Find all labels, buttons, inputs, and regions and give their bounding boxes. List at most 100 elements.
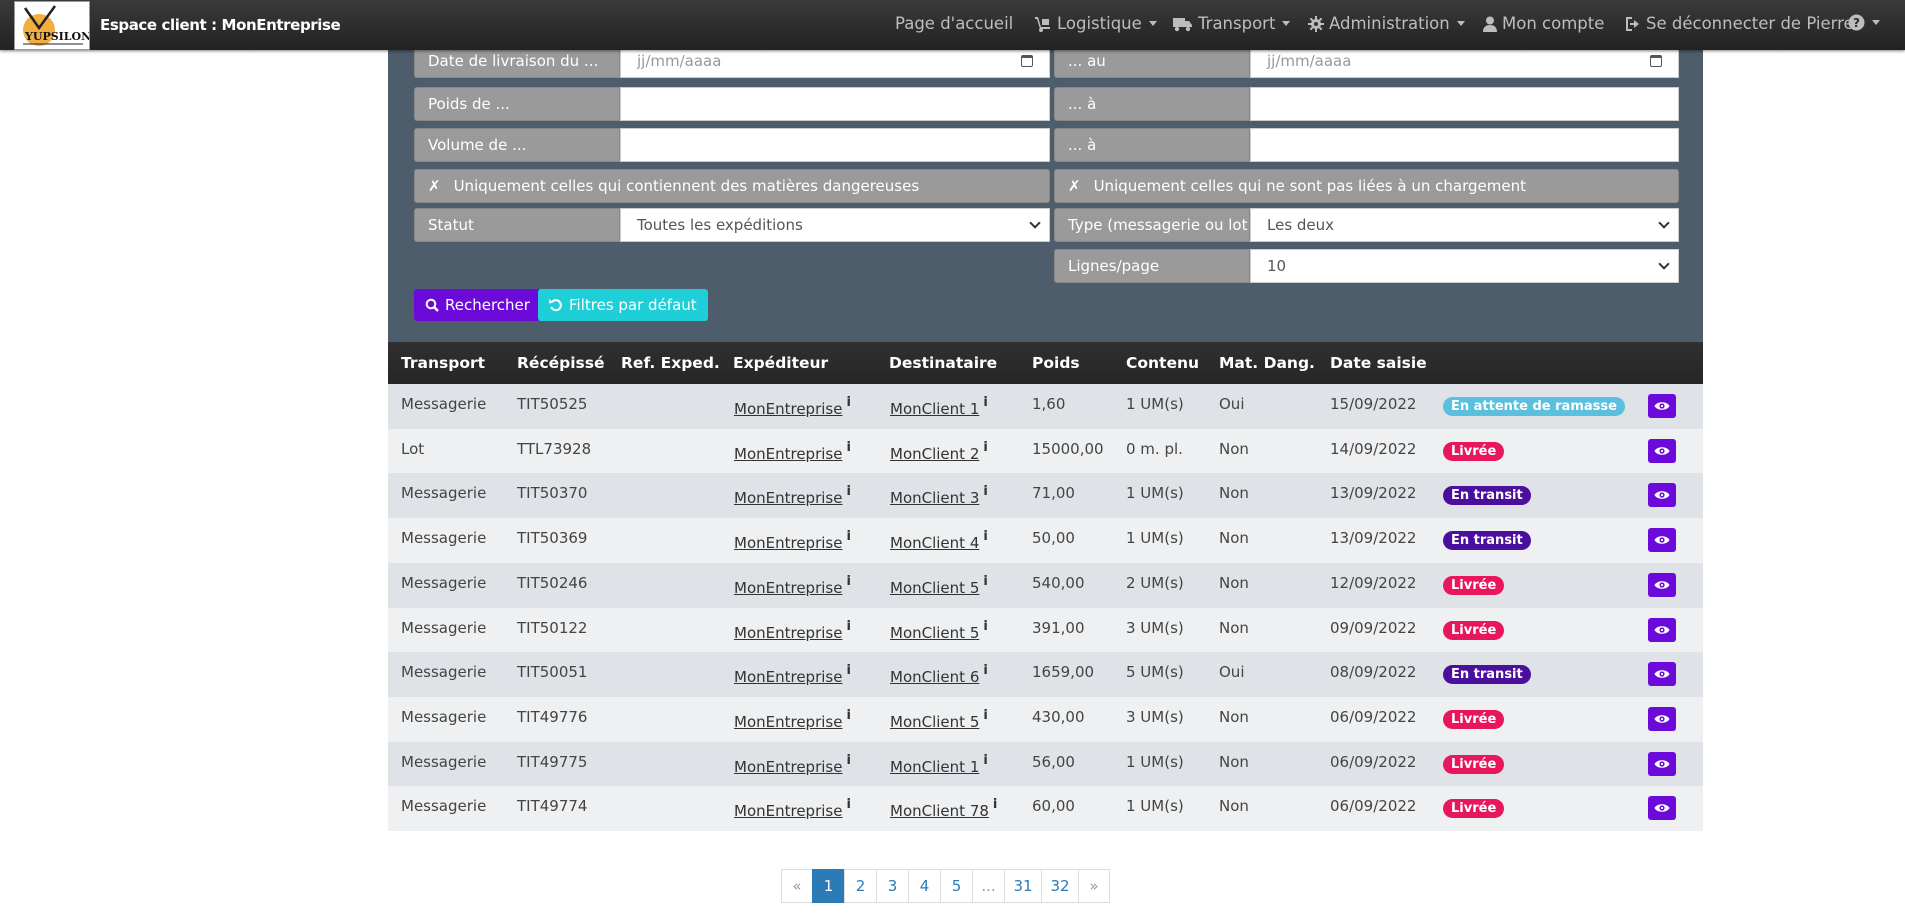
destinataire-link[interactable]: MonClient 5i [890, 619, 988, 642]
view-button[interactable] [1648, 394, 1676, 418]
header-date-saisie[interactable]: Date saisie [1330, 354, 1427, 372]
brand-title[interactable]: Espace client : MonEntreprise [100, 16, 341, 34]
calendar-icon[interactable] [1650, 55, 1662, 67]
header-transport[interactable]: Transport [401, 354, 485, 372]
destinataire-link[interactable]: MonClient 1i [890, 395, 988, 418]
status-select[interactable]: Toutes les expéditions [620, 208, 1050, 242]
view-button[interactable] [1648, 706, 1676, 731]
lines-per-page-select[interactable]: 10 [1250, 249, 1679, 283]
expediteur-link[interactable]: MonEntreprise i [734, 574, 851, 597]
expediteur-name: MonEntreprise [734, 623, 843, 642]
view-button[interactable] [1648, 572, 1676, 597]
destinataire-link[interactable]: MonClient 4i [890, 529, 988, 552]
view-button[interactable] [1648, 438, 1676, 463]
pagination-next[interactable]: » [1078, 869, 1110, 903]
pagination-page[interactable]: 5 [940, 869, 973, 903]
expediteur-link[interactable]: MonEntreprise i [734, 395, 851, 418]
info-icon[interactable]: i [846, 484, 850, 499]
nav-transport[interactable]: Transport [1173, 14, 1291, 33]
info-icon[interactable]: i [983, 663, 987, 678]
info-icon[interactable]: i [846, 395, 850, 410]
cell-transport: Messagerie [401, 529, 487, 548]
info-icon[interactable]: i [846, 619, 850, 634]
pagination-prev[interactable]: « [781, 869, 813, 903]
header-ref-exped[interactable]: Ref. Exped. [621, 354, 720, 372]
info-icon[interactable]: i [846, 663, 850, 678]
expediteur-link[interactable]: MonEntreprise i [734, 619, 851, 642]
weight-from-input[interactable] [620, 87, 1050, 121]
cell-recepisse: TIT50122 [517, 618, 588, 637]
header-expediteur[interactable]: Expéditeur [733, 354, 828, 372]
pagination-page[interactable]: 3 [876, 869, 909, 903]
info-icon[interactable]: i [846, 440, 850, 455]
info-icon[interactable]: i [846, 574, 850, 589]
destinataire-link[interactable]: MonClient 1i [890, 753, 988, 776]
view-button[interactable] [1648, 483, 1676, 508]
nav-home[interactable]: Page d'accueil [895, 14, 1013, 33]
info-icon[interactable]: i [846, 529, 850, 544]
view-button[interactable] [1648, 751, 1676, 776]
expediteur-link[interactable]: MonEntreprise i [734, 663, 851, 686]
unlinked-only-toggle[interactable]: ✗ Uniquement celles qui ne sont pas liée… [1054, 169, 1679, 203]
expediteur-link[interactable]: MonEntreprise i [734, 797, 851, 820]
status-group: Statut Toutes les expéditions [414, 208, 1050, 242]
header-recepisse[interactable]: Récépissé [517, 354, 605, 372]
logout-icon [1626, 16, 1639, 31]
destinataire-link[interactable]: MonClient 5i [890, 708, 988, 731]
info-icon[interactable]: i [983, 440, 987, 455]
pagination-page[interactable]: 32 [1041, 869, 1079, 903]
calendar-icon[interactable] [1021, 55, 1033, 67]
volume-from-input[interactable] [620, 128, 1050, 162]
dangerous-only-toggle[interactable]: ✗ Uniquement celles qui contiennent des … [414, 169, 1050, 203]
nav-help[interactable]: ? [1848, 14, 1880, 31]
header-contenu[interactable]: Contenu [1126, 354, 1199, 372]
weight-to-input[interactable] [1250, 87, 1679, 121]
destinataire-link[interactable]: MonClient 2i [890, 440, 988, 463]
expediteur-name: MonEntreprise [734, 534, 843, 553]
volume-to-input[interactable] [1250, 128, 1679, 162]
info-icon[interactable]: i [993, 797, 997, 812]
info-icon[interactable]: i [983, 619, 987, 634]
info-icon[interactable]: i [846, 797, 850, 812]
pagination-page[interactable]: 1 [812, 869, 845, 903]
pagination-page[interactable]: 2 [844, 869, 877, 903]
type-select[interactable]: Les deux [1250, 208, 1679, 242]
cell-recepisse: TIT49775 [517, 752, 588, 771]
info-icon[interactable]: i [983, 529, 987, 544]
info-icon[interactable]: i [846, 708, 850, 723]
view-button[interactable] [1648, 662, 1676, 687]
info-icon[interactable]: i [846, 753, 850, 768]
nav-administration[interactable]: Administration [1308, 14, 1465, 33]
reset-filters-button[interactable]: Filtres par défaut [538, 289, 708, 321]
pagination-page[interactable]: 4 [908, 869, 941, 903]
info-icon[interactable]: i [983, 484, 987, 499]
header-poids[interactable]: Poids [1032, 354, 1080, 372]
search-button[interactable]: Rechercher [414, 289, 541, 321]
company-logo[interactable]: YUPSILON [14, 1, 90, 50]
destinataire-link[interactable]: MonClient 6i [890, 663, 988, 686]
view-button[interactable] [1648, 796, 1676, 821]
expediteur-link[interactable]: MonEntreprise i [734, 708, 851, 731]
destinataire-link[interactable]: MonClient 5i [890, 574, 988, 597]
view-button[interactable] [1648, 617, 1676, 642]
nav-account[interactable]: Mon compte [1483, 14, 1604, 33]
info-icon[interactable]: i [983, 708, 987, 723]
info-icon[interactable]: i [983, 574, 987, 589]
nav-logout[interactable]: Se déconnecter de Pierre [1625, 14, 1854, 33]
nav-logistique[interactable]: Logistique [1034, 14, 1157, 33]
view-button[interactable] [1648, 528, 1676, 553]
header-mat-dang[interactable]: Mat. Dang. [1219, 354, 1315, 372]
expediteur-link[interactable]: MonEntreprise i [734, 484, 851, 507]
cell-recepisse: TIT50051 [517, 663, 588, 682]
destinataire-link[interactable]: MonClient 3i [890, 484, 988, 507]
expediteur-link[interactable]: MonEntreprise i [734, 529, 851, 553]
expediteur-link[interactable]: MonEntreprise i [734, 440, 851, 463]
info-icon[interactable]: i [983, 753, 987, 768]
lines-per-page-label: Lignes/page [1054, 249, 1250, 283]
expediteur-link[interactable]: MonEntreprise i [734, 753, 851, 776]
info-icon[interactable]: i [983, 395, 987, 410]
header-destinataire[interactable]: Destinataire [889, 354, 997, 372]
destinataire-link[interactable]: MonClient 78 i [890, 797, 997, 820]
dolly-icon [1035, 16, 1050, 32]
pagination-page[interactable]: 31 [1004, 869, 1042, 903]
